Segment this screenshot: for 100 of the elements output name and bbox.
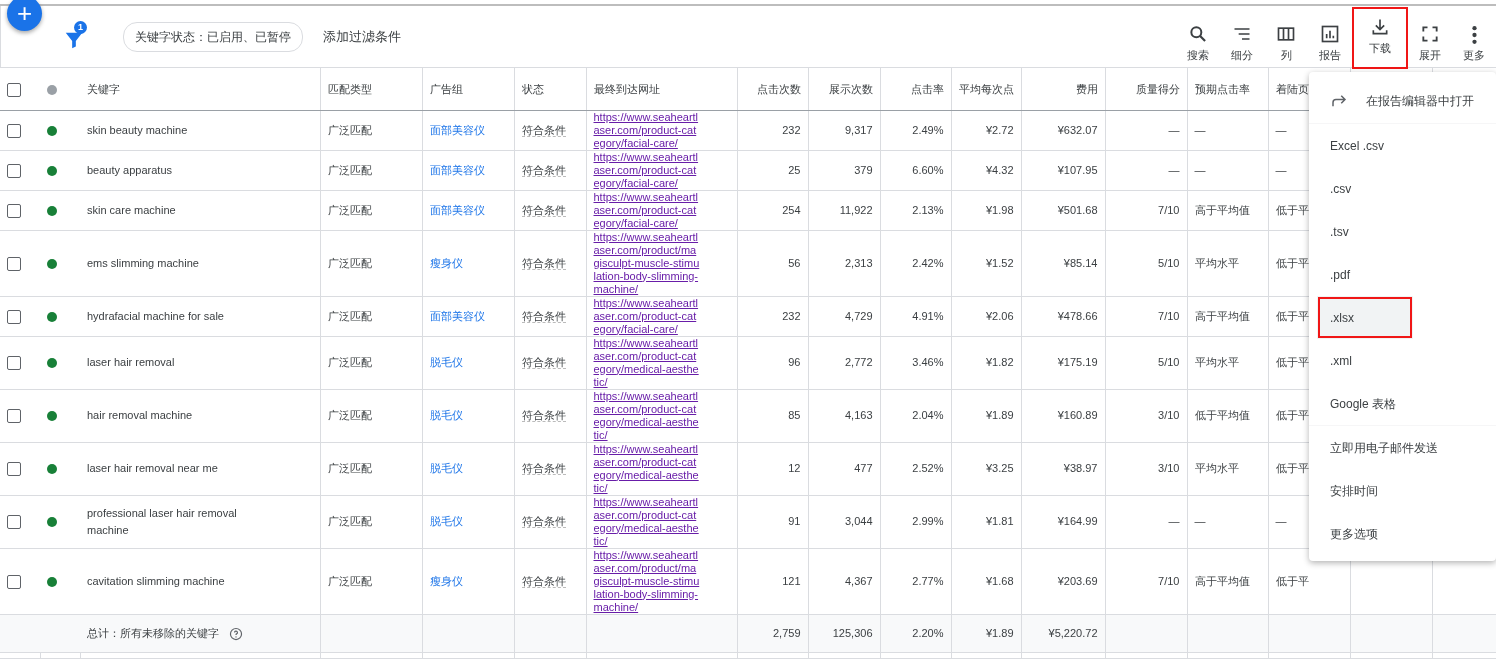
match-type-text: 广泛匹配 (327, 462, 372, 475)
table-cell-text: 232 (782, 123, 801, 136)
column-header[interactable]: 展示次数 (808, 68, 880, 110)
column-header[interactable]: 点击率 (880, 68, 951, 110)
ad-group-link[interactable]: 脱毛仪 (429, 462, 463, 475)
column-header[interactable]: 平均每次点 (951, 68, 1021, 110)
match-type-text: 广泛匹配 (327, 163, 372, 176)
status-text: 符合条件 (521, 203, 566, 217)
table-cell-text: 254 (782, 203, 801, 216)
toolbar-button[interactable]: 下载 (1354, 9, 1406, 67)
column-header[interactable]: 匹配类型 (320, 68, 422, 110)
add-button[interactable]: + (7, 0, 42, 31)
total-value: ¥5,220.72 (1048, 626, 1098, 639)
keyword-text: beauty apparatus (87, 162, 173, 178)
row-checkbox[interactable] (7, 256, 21, 271)
table-cell-text: 高于平均值 (1194, 309, 1250, 322)
row-checkbox[interactable] (7, 574, 21, 589)
match-type-text: 广泛匹配 (327, 256, 372, 269)
menu-item[interactable]: 安排时间 (1309, 469, 1496, 512)
row-checkbox[interactable] (7, 409, 21, 424)
table-cell-text: 平均水平 (1194, 356, 1239, 369)
table-cell-text: 2.99% (912, 515, 944, 528)
row-checkbox[interactable] (7, 356, 21, 371)
table-cell-text: 低于平 (1275, 309, 1309, 322)
table-cell-text: ¥38.97 (1063, 462, 1098, 475)
table-cell-text: 低于平 (1275, 356, 1309, 369)
column-header[interactable]: 费用 (1021, 68, 1105, 110)
ad-group-link[interactable]: 脱毛仪 (429, 409, 463, 422)
table-cell-text: ¥2.72 (985, 123, 1014, 136)
toolbar-button[interactable]: 更多 (1452, 23, 1496, 67)
table-cell-text: ¥3.25 (985, 462, 1014, 475)
table-cell-text: 3/10 (1158, 462, 1180, 475)
toolbar-button[interactable]: 搜索 (1176, 21, 1220, 67)
more-icon (1471, 25, 1477, 44)
table-cell-text: 56 (788, 256, 801, 269)
row-checkbox[interactable] (7, 163, 21, 178)
select-all-checkbox[interactable] (7, 82, 21, 97)
table-cell-text: ¥1.81 (985, 515, 1014, 528)
ad-group-link[interactable]: 脱毛仪 (429, 515, 463, 528)
row-checkbox[interactable] (7, 309, 21, 324)
table-cell-text: 9,317 (844, 123, 873, 136)
table-cell-text: 4.91% (912, 309, 944, 322)
final-url-link[interactable]: https://www.seaheartlaser.com/product/magisculpt-muscle-stimulation-body-slimming-machine/ (593, 548, 702, 613)
toolbar-button[interactable]: 报告 (1308, 21, 1352, 67)
menu-item[interactable]: Excel .csv (1309, 124, 1496, 167)
ad-group-link[interactable]: 面部美容仪 (429, 203, 485, 216)
add-filter-button[interactable]: 添加过滤条件 (317, 25, 407, 48)
toolbar-button[interactable]: 展开 (1408, 21, 1452, 67)
table-cell-text: 85 (788, 409, 801, 422)
table-cell-text: ¥478.66 (1057, 309, 1098, 322)
row-checkbox[interactable] (7, 462, 21, 477)
row-checkbox[interactable] (7, 123, 21, 138)
table-cell-text: 96 (788, 356, 801, 369)
menu-item[interactable]: 立即用电子邮件发送 (1309, 426, 1496, 469)
menu-item[interactable]: 更多选项 (1309, 512, 1496, 555)
column-header[interactable]: 最终到达网址 (586, 68, 737, 110)
table-cell-text: ¥107.95 (1057, 163, 1098, 176)
menu-item[interactable]: .csv (1309, 167, 1496, 210)
search-icon (1188, 23, 1208, 44)
column-header[interactable]: 质量得分 (1105, 68, 1187, 110)
table-cell-text: ¥164.99 (1057, 515, 1098, 528)
menu-item[interactable]: .pdf (1309, 253, 1496, 296)
keyword-text: ems slimming machine (87, 255, 200, 271)
table-cell-text: 高于平均值 (1194, 574, 1250, 587)
column-header[interactable]: 广告组 (422, 68, 514, 110)
table-cell-text: 7/10 (1158, 574, 1180, 587)
menu-item[interactable]: .xml (1309, 339, 1496, 382)
table-cell-text: — (1275, 515, 1287, 528)
table-cell-text: 低于平 (1275, 409, 1309, 422)
ad-group-link[interactable]: 瘦身仪 (429, 256, 463, 269)
help-icon[interactable] (229, 626, 243, 641)
keyword-text: skin beauty machine (87, 122, 189, 138)
table-cell-text: 低于平 (1275, 462, 1309, 475)
table-cell-text: 5/10 (1158, 356, 1180, 369)
toolbar-button[interactable]: 列 (1264, 21, 1308, 67)
ad-group-link[interactable]: 瘦身仪 (429, 574, 463, 587)
table-cell-text: 91 (788, 515, 801, 528)
table-cell-text: — (1275, 123, 1287, 136)
toolbar-button[interactable]: 细分 (1220, 21, 1264, 67)
menu-item[interactable]: .xlsx (1317, 296, 1413, 339)
table-cell-text: 平均水平 (1194, 462, 1239, 475)
column-header[interactable]: 关键字 (80, 68, 320, 110)
keyword-text: skin care machine (87, 202, 177, 218)
ad-group-link[interactable]: 面部美容仪 (429, 163, 485, 176)
filter-chip[interactable]: 关键字状态：已启用、已暂停 (123, 21, 303, 52)
ad-group-link[interactable]: 面部美容仪 (429, 309, 485, 322)
column-header[interactable]: 状态 (514, 68, 586, 110)
ad-group-link[interactable]: 脱毛仪 (429, 356, 463, 369)
total-label: 总计：所有未移除的关键字 (87, 626, 219, 639)
match-type-text: 广泛匹配 (327, 409, 372, 422)
row-checkbox[interactable] (7, 203, 21, 218)
menu-item[interactable]: 在报告编辑器中打开 (1309, 78, 1496, 123)
menu-item[interactable]: Google 表格 (1309, 382, 1496, 425)
column-header[interactable]: 预期点击率 (1187, 68, 1268, 110)
table-cell-text: 25 (788, 163, 801, 176)
match-type-text: 广泛匹配 (327, 203, 372, 216)
row-checkbox[interactable] (7, 515, 21, 530)
menu-item[interactable]: .tsv (1309, 210, 1496, 253)
column-header[interactable]: 点击次数 (737, 68, 808, 110)
ad-group-link[interactable]: 面部美容仪 (429, 123, 485, 136)
